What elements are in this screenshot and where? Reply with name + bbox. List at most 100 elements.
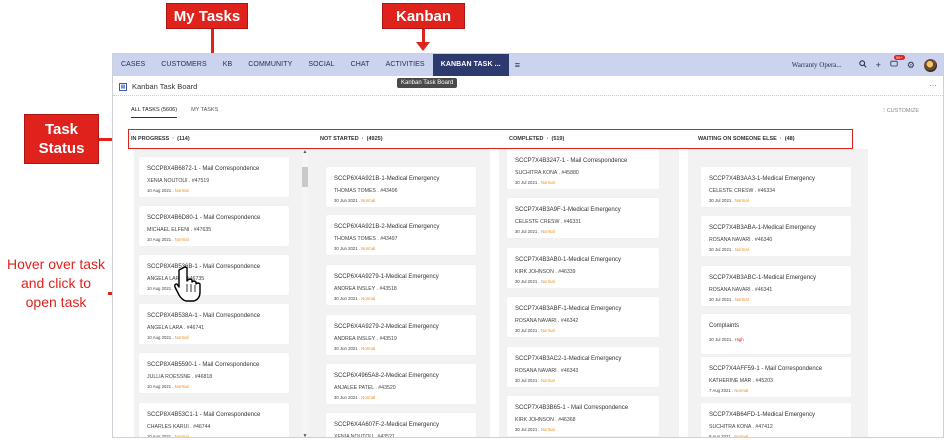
task-title[interactable]: SCCP6X4A9279-1-Medical Emergency [334, 274, 439, 280]
plus-icon[interactable]: + [876, 60, 881, 70]
column-header-not-started: NOT STARTED · (4925) [320, 136, 383, 142]
task-card[interactable]: SCCP7X4B3ABC-1-Medical Emergency ROSANA N… [701, 266, 851, 306]
task-card[interactable]: SCCP8X4B536B-1 - Mail Correspondence ANGE… [139, 255, 289, 295]
task-card[interactable]: Complaints 30 Jul 2021 . High [701, 314, 851, 354]
search-icon[interactable] [858, 60, 867, 70]
nav-kanban-task[interactable]: KANBAN TASK ... [432, 54, 509, 76]
scroll-thumb[interactable] [302, 167, 308, 187]
column-scrollbar[interactable]: ▲ ▼ [302, 149, 308, 437]
task-assignee: CHARLES KARUI . #46744 [147, 424, 211, 430]
column-not-started: SCCP6X4A921B-1-Medical Emergency THOMAS T… [310, 149, 490, 437]
nav-community[interactable]: COMMUNITY [240, 54, 300, 76]
task-title[interactable]: SCCP6X4A921B-2-Medical Emergency [334, 224, 439, 230]
task-title[interactable]: SCCP7X4B3ABA-1-Medical Emergency [709, 225, 816, 231]
task-card[interactable]: SCCP7X4B3B65-1 - Mail Correspondence KIRK… [507, 396, 659, 436]
task-assignee: ANGELA LARA . #46741 [147, 325, 205, 331]
nav-customers[interactable]: CUSTOMERS [153, 54, 215, 76]
scroll-up-icon[interactable]: ▲ [302, 149, 308, 155]
task-date: 10 Aug 2021 . [147, 237, 175, 242]
menu-icon[interactable]: ≡ [509, 60, 526, 70]
task-card[interactable]: SCCP8X4B538A-1 - Mail Correspondence ANGE… [139, 304, 289, 344]
task-title[interactable]: SCCP7X4B3AB0-1-Medical Emergency [515, 257, 621, 263]
task-card[interactable]: SCCP7X4B3AA3-1-Medical Emergency CELESTE … [701, 167, 851, 207]
task-card[interactable]: SCCP7X4B3247-1 - Mail Correspondence SUCH… [507, 149, 659, 189]
task-title[interactable]: Complaints [709, 323, 739, 329]
task-title[interactable]: SCCP6X4965A8-2-Medical Emergency [334, 373, 439, 379]
task-title[interactable]: SCCP7X4B3A9F-1-Medical Emergency [515, 207, 621, 213]
task-assignee: ROSANA NAVARI . #46340 [709, 237, 773, 243]
task-title[interactable]: SCCP7X4B3ABC-1-Medical Emergency [709, 275, 816, 281]
task-card[interactable]: SCCP8X4B53C1-1 - Mail Correspondence CHAR… [139, 403, 289, 437]
task-title[interactable]: SCCP7X4AFF59-1 - Mail Correspondence [709, 366, 822, 372]
task-title[interactable]: SCCP6X4A9279-2-Medical Emergency [334, 324, 439, 330]
priority-badge: Normal [540, 279, 555, 284]
task-date: 10 Aug 2021 . [147, 384, 175, 389]
task-date: 30 Jun 2021 . [334, 395, 362, 400]
task-date: 10 Aug 2021 . [147, 188, 175, 193]
task-card[interactable]: SCCP7X4B3ABA-1-Medical Emergency ROSANA N… [701, 216, 851, 256]
task-meta: 30 Jul 2021 . Normal [515, 378, 555, 383]
task-card[interactable]: SCCP7X4B3AB0-1-Medical Emergency KIRK JOH… [507, 248, 659, 288]
more-options-icon[interactable]: ··· [929, 81, 937, 90]
task-title[interactable]: SCCP8X4B6D80-1 - Mail Correspondence [147, 215, 260, 221]
task-card[interactable]: SCCP8X4B6D80-1 - Mail Correspondence MICH… [139, 206, 289, 246]
customize-button[interactable]: ⫶⫶ CUSTOMIZE [882, 108, 919, 115]
task-title[interactable]: SCCP7X4B3ABF-1-Medical Emergency [515, 306, 621, 312]
task-title[interactable]: SCCP7X4B64FD-1-Medical Emergency [709, 412, 815, 418]
task-assignee: KATHERINE MAR . #45203 [709, 378, 773, 384]
task-card[interactable]: SCCP7X4B3ABF-1-Medical Emergency ROSANA N… [507, 297, 659, 337]
workspace-selector[interactable]: Warranty Opera... [792, 61, 842, 69]
task-title[interactable]: SCCP8X4B6872-1 - Mail Correspondence [147, 166, 259, 172]
task-title[interactable]: SCCP7X4B3AC2-1-Medical Emergency [515, 356, 621, 362]
nav-right: Warranty Opera... + 99+ ⚙ [792, 54, 937, 76]
app-window: CASES CUSTOMERS KB COMMUNITY SOCIAL CHAT… [112, 53, 944, 438]
task-card[interactable]: SCCP6X4A9279-1-Medical Emergency ANDREA I… [326, 265, 476, 305]
nav-social[interactable]: SOCIAL [300, 54, 342, 76]
task-title[interactable]: SCCP7X4B3B65-1 - Mail Correspondence [515, 405, 628, 411]
priority-badge: Normal [361, 296, 376, 301]
avatar[interactable] [924, 58, 937, 72]
status-columns-header: IN PROGRESS · (114) NOT STARTED · (4925)… [128, 129, 853, 149]
task-card[interactable]: SCCP7X4B64FD-1-Medical Emergency SUCHITRA… [701, 403, 851, 437]
tab-all-tasks[interactable]: ALL TASKS (5606) [131, 107, 178, 118]
scroll-down-icon[interactable]: ▼ [302, 433, 308, 437]
task-date: 30 Jun 2021 . [334, 198, 362, 203]
task-title[interactable]: SCCP8X4B538A-1 - Mail Correspondence [147, 313, 260, 319]
nav-kb[interactable]: KB [215, 54, 241, 76]
task-card[interactable]: SCCP6X4A921B-1-Medical Emergency THOMAS T… [326, 167, 476, 207]
nav-chat[interactable]: CHAT [343, 54, 378, 76]
page-titlebar: ▦ Kanban Task Board ··· [113, 78, 943, 96]
task-card[interactable]: SCCP6X4A9279-2-Medical Emergency ANDREA I… [326, 315, 476, 355]
task-card[interactable]: SCCP6X4A607F-2-Medical Emergency XENIA NO… [326, 413, 476, 437]
arrow-kanban-head [416, 42, 430, 51]
task-assignee: THOMAS TOMES . #43497 [334, 236, 398, 242]
task-title[interactable]: SCCP8X4B5590-1 - Mail Correspondence [147, 362, 259, 368]
task-meta: 7 Aug 2021 . Normal [709, 388, 748, 393]
task-title[interactable]: SCCP7X4B3AA3-1-Medical Emergency [709, 176, 815, 182]
task-card[interactable]: SCCP6X4A921B-2-Medical Emergency THOMAS T… [326, 215, 476, 255]
column-header-in-progress: IN PROGRESS · (114) [131, 136, 190, 142]
task-card[interactable]: SCCP7X4B3AC2-1-Medical Emergency ROSANA N… [507, 347, 659, 387]
task-title[interactable]: SCCP7X4B3247-1 - Mail Correspondence [515, 158, 627, 164]
priority-badge: High [734, 337, 744, 342]
tab-my-tasks[interactable]: MY TASKS [191, 107, 218, 118]
nav-cases[interactable]: CASES [113, 54, 153, 76]
task-title[interactable]: SCCP6X4A607F-2-Medical Emergency [334, 422, 439, 428]
task-card[interactable]: SCCP8X4B5590-1 - Mail Correspondence JULL… [139, 353, 289, 393]
notifications-icon[interactable]: 99+ [890, 55, 905, 70]
column-header-completed: COMPLETED · (519) [509, 136, 565, 142]
task-card[interactable]: SCCP7X4B3A9F-1-Medical Emergency CELESTE … [507, 198, 659, 238]
task-date: 30 Jul 2021 . [515, 279, 541, 284]
task-card[interactable]: SCCP8X4B6872-1 - Mail Correspondence XENI… [139, 157, 289, 197]
nav-activities[interactable]: ACTIVITIES [378, 54, 433, 76]
task-meta: 30 Jun 2021 . Normal [334, 198, 375, 203]
task-assignee: ANJALEE PATEL . #43520 [334, 385, 396, 391]
gear-icon[interactable]: ⚙ [907, 60, 915, 71]
priority-badge: Normal [540, 378, 555, 383]
callout-task-status: Task Status [24, 114, 99, 164]
task-card[interactable]: SCCP7X4AFF59-1 - Mail Correspondence KATH… [701, 357, 851, 397]
task-card[interactable]: SCCP6X4965A8-2-Medical Emergency ANJALEE … [326, 364, 476, 404]
priority-badge: Normal [361, 198, 376, 203]
task-title[interactable]: SCCP6X4A921B-1-Medical Emergency [334, 176, 439, 182]
task-title[interactable]: SCCP8X4B53C1-1 - Mail Correspondence [147, 412, 260, 418]
